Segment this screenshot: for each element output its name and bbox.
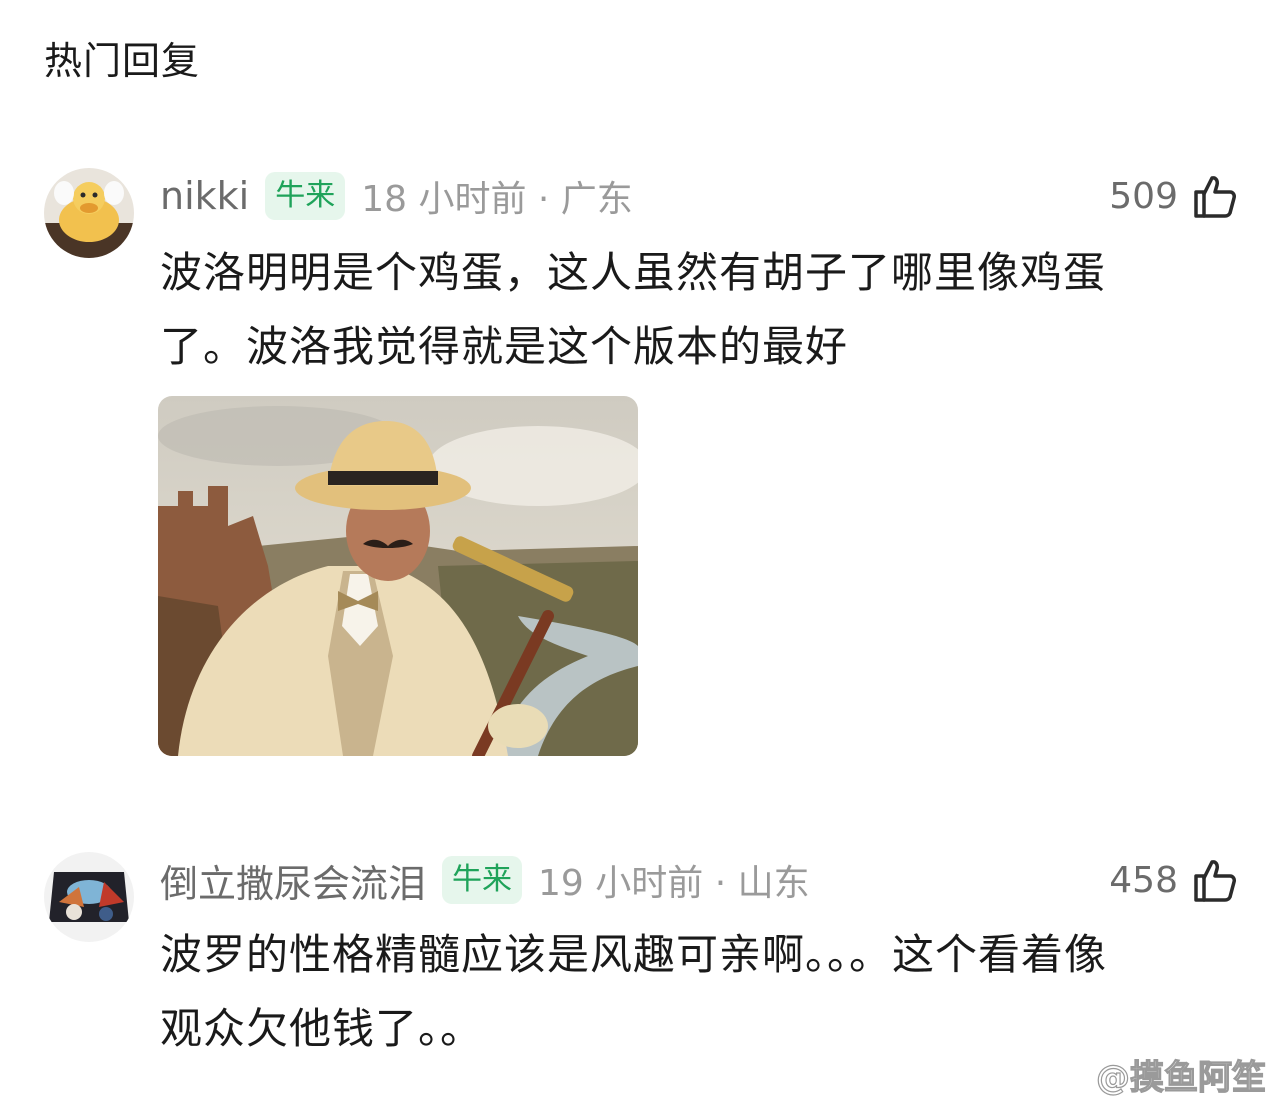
comment-text-line: 波罗的性格精髓应该是风趣可亲啊。。。这个看着像 bbox=[160, 930, 1108, 979]
comment-meta: 倒立撒尿会流泪 牛来 19 小时前 · 山东 bbox=[160, 852, 810, 908]
username[interactable]: nikki bbox=[160, 174, 249, 218]
comment-text-line: 波洛明明是个鸡蛋，这人虽然有胡子了哪里像鸡蛋 bbox=[160, 248, 1107, 297]
section-title: 热门回复 bbox=[44, 39, 201, 83]
time-location: 19 小时前 · 山东 bbox=[538, 863, 810, 904]
like-count: 509 bbox=[1109, 175, 1178, 217]
like-button[interactable]: 509 bbox=[1109, 168, 1238, 224]
comment-text: 波罗的性格精髓应该是风趣可亲啊。。。这个看着像 观众欠他钱了。。 bbox=[160, 918, 1240, 1066]
user-avatar[interactable] bbox=[44, 168, 134, 258]
thumbs-up-icon bbox=[1194, 176, 1236, 218]
like-count: 458 bbox=[1109, 859, 1178, 901]
comment-meta: nikki 牛来 18 小时前 · 广东 bbox=[160, 168, 633, 224]
badge: 牛来 bbox=[442, 856, 523, 904]
badge: 牛来 bbox=[265, 172, 346, 220]
anime-avatar-icon bbox=[44, 852, 134, 942]
duck-avatar-icon bbox=[44, 168, 134, 258]
user-avatar[interactable] bbox=[44, 852, 134, 942]
comment-text: 波洛明明是个鸡蛋，这人虽然有胡子了哪里像鸡蛋 了。波洛我觉得就是这个版本的最好 bbox=[160, 236, 1240, 384]
username[interactable]: 倒立撒尿会流泪 bbox=[160, 853, 426, 908]
comment-text-line: 了。波洛我觉得就是这个版本的最好 bbox=[160, 322, 849, 371]
comment-image[interactable] bbox=[158, 396, 638, 756]
poirot-photo bbox=[158, 396, 638, 756]
comment-text-line: 观众欠他钱了。。 bbox=[160, 1004, 484, 1053]
like-button[interactable]: 458 bbox=[1109, 852, 1238, 908]
time-location: 18 小时前 · 广东 bbox=[361, 179, 633, 220]
watermark: @摸鱼阿笙 bbox=[1095, 1057, 1266, 1098]
thumbs-up-icon bbox=[1194, 860, 1236, 902]
